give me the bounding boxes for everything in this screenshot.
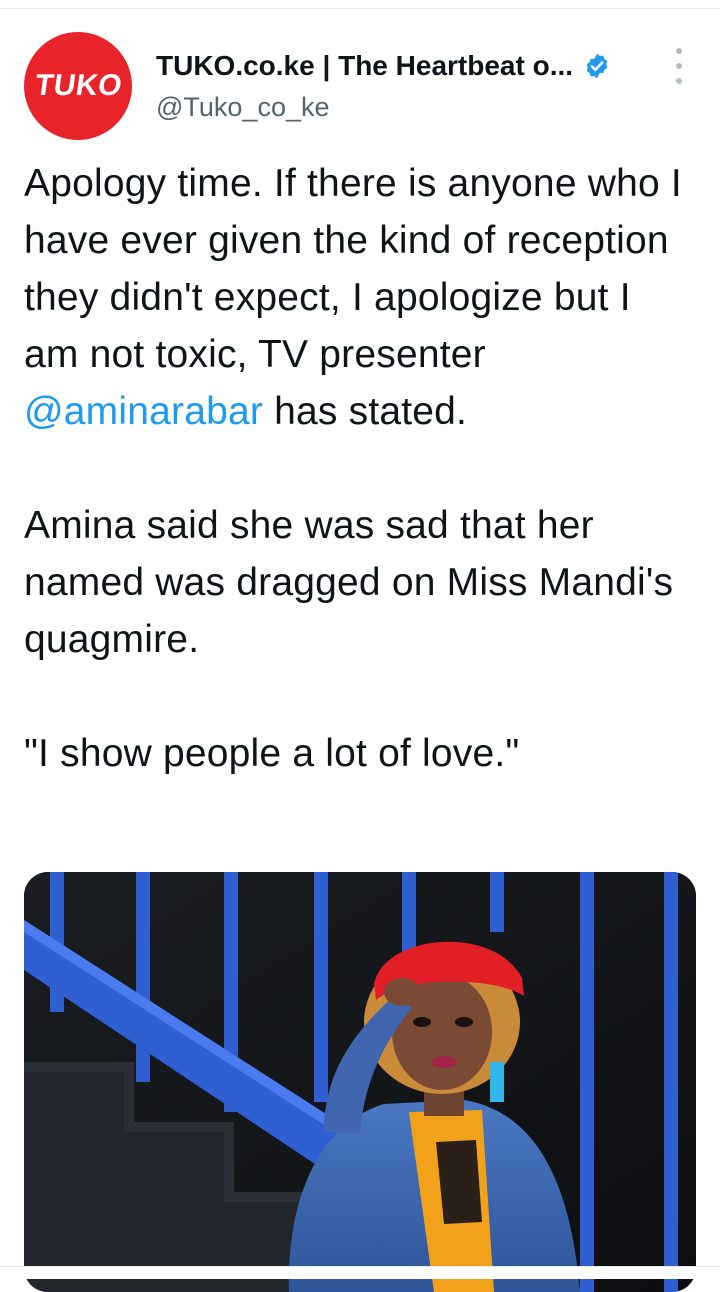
tweet-body: Apology time. If there is anyone who I h… — [24, 155, 696, 782]
tweet-text-segment: Apology time. If there is anyone who I h… — [24, 162, 682, 376]
tuko-logo: TUKO — [32, 69, 124, 102]
top-divider — [0, 8, 720, 9]
bottom-edge — [0, 1266, 720, 1279]
tweet-paragraph-3: "I show people a lot of love." — [24, 732, 520, 775]
verified-badge-icon — [586, 53, 608, 79]
tweet-paragraph-1: Apology time. If there is anyone who I h… — [24, 155, 696, 440]
author-name-row[interactable]: TUKO.co.ke | The Heartbeat o... — [156, 46, 656, 86]
avatar[interactable]: TUKO — [24, 32, 132, 140]
tweet-paragraph-2: Amina said she was sad that her named wa… — [24, 504, 674, 661]
photo-illustration — [24, 872, 696, 1292]
more-vertical-icon — [676, 48, 682, 54]
display-name[interactable]: TUKO.co.ke | The Heartbeat o... — [156, 50, 573, 82]
more-options-button[interactable] — [664, 48, 694, 84]
tweet-photo[interactable] — [24, 872, 696, 1292]
user-handle[interactable]: @Tuko_co_ke — [156, 92, 330, 123]
mention-link[interactable]: @aminarabar — [24, 390, 263, 433]
tweet-text-segment: has stated. — [263, 390, 468, 433]
more-dot — [676, 63, 682, 69]
more-dot — [676, 78, 682, 84]
